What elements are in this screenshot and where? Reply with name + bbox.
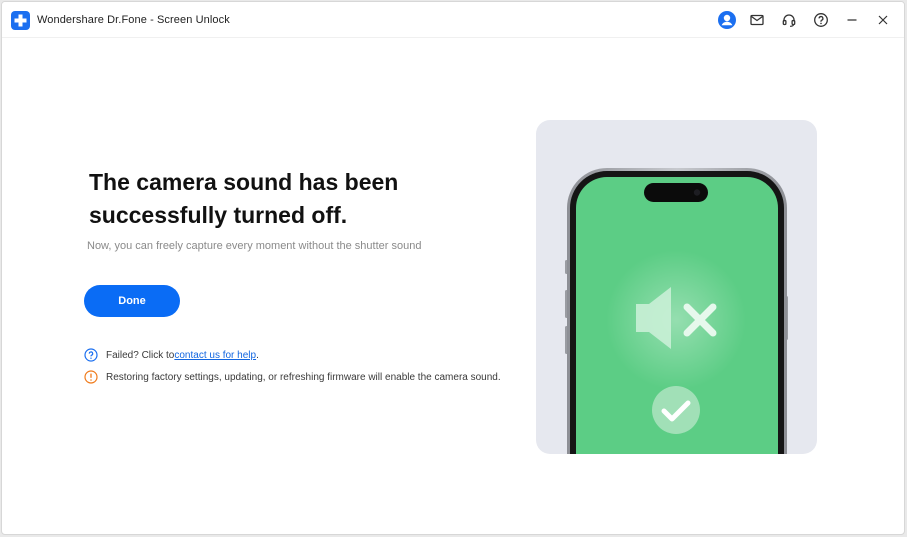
drfone-logo-icon — [11, 11, 30, 30]
title-bar: Wondershare Dr.Fone - Screen Unlock — [2, 2, 904, 38]
help-note-text: Failed? Click to — [106, 349, 175, 361]
check-circle-icon — [652, 386, 700, 434]
done-button[interactable]: Done — [84, 285, 180, 317]
contact-us-link[interactable]: contact us for help — [174, 350, 256, 361]
warning-circle-icon — [84, 370, 98, 384]
window-title: Wondershare Dr.Fone - Screen Unlock — [37, 14, 230, 26]
help-icon[interactable] — [811, 10, 831, 30]
question-circle-icon — [84, 348, 98, 362]
mail-icon[interactable] — [747, 10, 767, 30]
warning-note: Restoring factory settings, updating, or… — [84, 370, 501, 384]
close-icon[interactable] — [873, 10, 893, 30]
help-note-suffix: . — [256, 349, 259, 361]
support-headset-icon[interactable] — [779, 10, 799, 30]
phone-illustration — [536, 120, 817, 454]
help-note: Failed? Click to contact us for help. — [84, 348, 259, 362]
page-title: The camera sound has been successfully t… — [89, 169, 399, 228]
app-window: Wondershare Dr.Fone - Screen Unlock The … — [1, 1, 905, 535]
warning-note-text: Restoring factory settings, updating, or… — [106, 371, 501, 383]
minimize-icon[interactable] — [842, 10, 862, 30]
page-subtitle: Now, you can freely capture every moment… — [87, 240, 422, 252]
account-icon[interactable] — [717, 10, 737, 30]
